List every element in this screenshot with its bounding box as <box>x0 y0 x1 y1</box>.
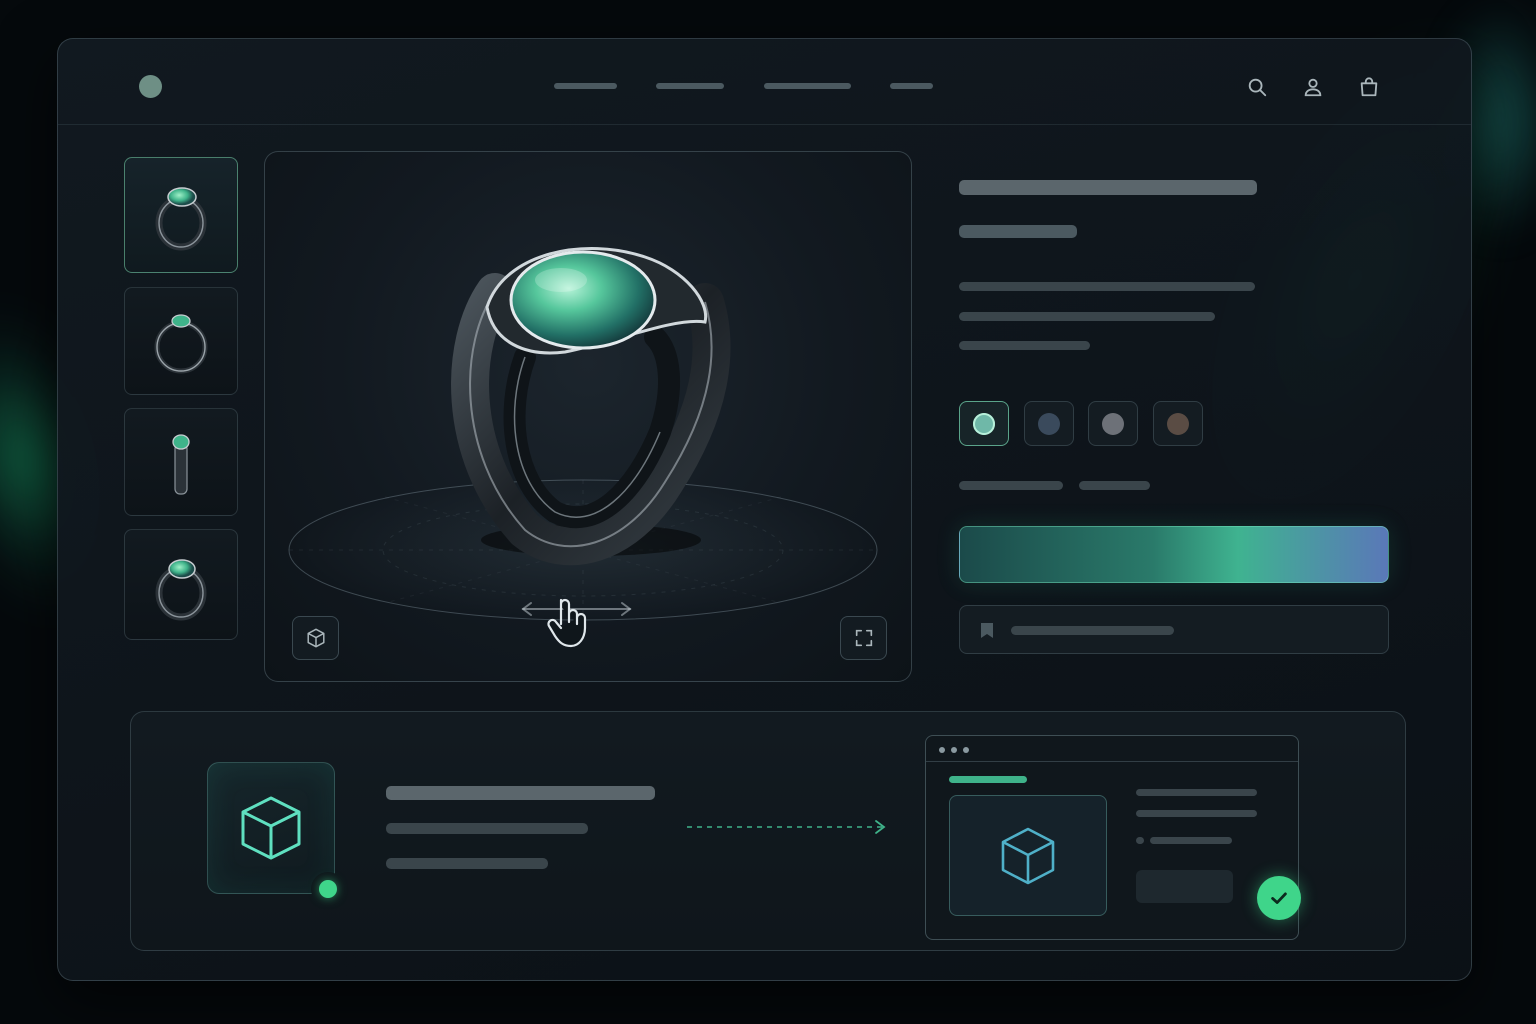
preview-line-2 <box>1136 810 1257 817</box>
preview-window <box>925 735 1299 940</box>
option-label-2 <box>1079 481 1150 490</box>
arrow-right-icon <box>687 820 886 834</box>
preview-line-3 <box>1150 837 1232 844</box>
fullscreen-button[interactable] <box>840 616 887 660</box>
swatch-teal[interactable] <box>959 401 1009 446</box>
model-upload-panel <box>130 711 1406 951</box>
3d-model-tile[interactable] <box>207 762 335 894</box>
thumbnail-2[interactable] <box>124 287 238 395</box>
ring-side-thumb-icon <box>172 434 190 495</box>
cube-icon <box>1001 827 1055 884</box>
bag-icon[interactable] <box>1358 76 1380 98</box>
panel-heading <box>386 786 655 800</box>
cube-icon <box>306 628 325 648</box>
wishlist-button[interactable] <box>959 605 1389 654</box>
panel-line-2 <box>386 858 548 869</box>
option-label-1 <box>959 481 1063 490</box>
thumbnail-3[interactable] <box>124 408 238 516</box>
add-to-cart-button[interactable] <box>959 526 1389 583</box>
preview-3d-viewer[interactable] <box>949 795 1107 916</box>
ring-front-thumb-icon <box>154 314 208 374</box>
logo[interactable] <box>139 75 162 98</box>
preview-dot <box>1136 837 1144 844</box>
preview-button[interactable] <box>1136 870 1233 903</box>
preview-titlebar <box>926 736 1298 762</box>
fullscreen-icon <box>855 629 872 647</box>
search-icon[interactable] <box>1246 76 1268 98</box>
panel-line-1 <box>386 823 588 834</box>
nav-link-3[interactable] <box>764 83 851 89</box>
thumbnail-4[interactable] <box>124 529 238 640</box>
product-3d-viewer[interactable] <box>264 151 912 682</box>
swatch-slate[interactable] <box>1024 401 1074 446</box>
user-icon[interactable] <box>1302 76 1324 98</box>
thumbnail-1[interactable] <box>124 157 238 273</box>
ring-angle-alt-thumb-icon <box>155 558 207 620</box>
description-line-3 <box>959 341 1090 350</box>
navbar <box>58 39 1471 125</box>
description-line-2 <box>959 312 1215 321</box>
app-window <box>57 38 1472 981</box>
nav-link-4[interactable] <box>890 83 933 89</box>
swatch-gray[interactable] <box>1088 401 1138 446</box>
swatch-bronze[interactable] <box>1153 401 1203 446</box>
success-check <box>1257 876 1301 920</box>
cube-icon <box>241 796 301 860</box>
ar-cube-button[interactable] <box>292 616 339 660</box>
drag-hand-icon[interactable] <box>545 594 593 650</box>
product-price <box>959 225 1077 238</box>
wishlist-label <box>1011 626 1174 635</box>
status-indicator <box>311 872 345 906</box>
check-icon <box>1271 892 1287 904</box>
preview-line-1 <box>1136 789 1257 796</box>
product-title <box>959 180 1257 195</box>
nav-link-2[interactable] <box>656 83 724 89</box>
preview-accent-bar <box>949 776 1027 783</box>
ring-angle-thumb-icon <box>155 187 207 251</box>
nav-link-1[interactable] <box>554 83 617 89</box>
bookmark-icon <box>981 623 993 638</box>
description-line-1 <box>959 282 1255 291</box>
